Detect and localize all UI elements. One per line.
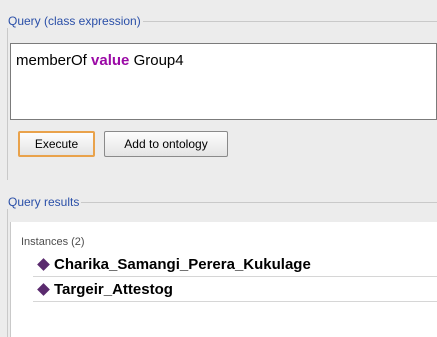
instance-label: Charika_Samangi_Perera_Kukulage bbox=[54, 256, 311, 273]
instance-label: Targeir_Attestog bbox=[54, 281, 173, 298]
individual-diamond-icon bbox=[37, 283, 50, 296]
instances-header: Instances (2) bbox=[21, 236, 85, 248]
instance-row[interactable]: Targeir_Attestog bbox=[33, 279, 437, 302]
results-list[interactable]: Instances (2) Charika_Samangi_Perera_Kuk… bbox=[10, 222, 437, 337]
expression-line: memberOf value Group4 bbox=[16, 52, 184, 69]
individual-diamond-icon bbox=[37, 258, 50, 271]
expression-keyword: value bbox=[91, 52, 130, 69]
instance-row[interactable]: Charika_Samangi_Perera_Kukulage bbox=[33, 254, 437, 277]
query-legend: Query (class expression) bbox=[7, 14, 143, 28]
execute-button[interactable]: Execute bbox=[18, 131, 95, 157]
expression-individual: Group4 bbox=[133, 52, 184, 69]
add-to-ontology-button[interactable]: Add to ontology bbox=[104, 131, 228, 157]
class-expression-editor[interactable]: memberOf value Group4 bbox=[10, 43, 437, 120]
results-legend: Query results bbox=[7, 195, 82, 209]
expression-property: memberOf bbox=[16, 52, 87, 69]
